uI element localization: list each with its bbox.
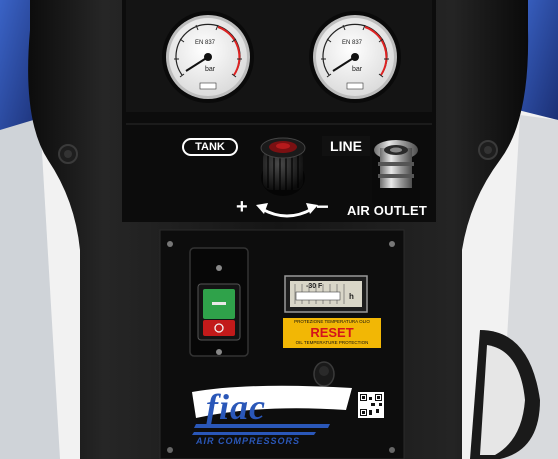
brand-tagline: AIR COMPRESSORS bbox=[196, 436, 301, 446]
regulator-knob-icon[interactable] bbox=[260, 136, 306, 192]
line-label: LINE bbox=[330, 138, 362, 154]
reset-top-text: PROTEZIONE TEMPERATURA OLIO bbox=[294, 319, 370, 324]
svg-text:bar: bar bbox=[352, 66, 363, 73]
air-coupler-icon[interactable] bbox=[372, 140, 420, 202]
air-outlet-label: AIR OUTLET bbox=[347, 203, 427, 218]
screw-icon bbox=[59, 145, 77, 163]
power-switch-icon[interactable] bbox=[190, 248, 248, 356]
tank-label-frame: TANK bbox=[182, 138, 238, 156]
compressor-body-drawing bbox=[0, 0, 558, 459]
tank-label: TANK bbox=[195, 141, 225, 153]
tank-pressure-gauge-icon: EN 837 bar bbox=[174, 23, 242, 90]
reset-text: RESET bbox=[310, 325, 354, 340]
line-pressure-gauge-icon: EN 837 bar bbox=[321, 23, 389, 90]
line-label-frame: LINE bbox=[322, 136, 370, 156]
svg-text:bar: bar bbox=[205, 66, 216, 73]
hour-meter-icon bbox=[283, 274, 369, 314]
qr-code-icon bbox=[356, 390, 386, 420]
svg-text:EN 837: EN 837 bbox=[195, 40, 216, 46]
plus-label: + bbox=[236, 196, 248, 218]
svg-text:EN 837: EN 837 bbox=[342, 40, 363, 46]
reset-bottom-text: OIL TEMPERATURE PROTECTION bbox=[295, 340, 369, 345]
brand-logo: fiac bbox=[206, 387, 266, 427]
reset-button[interactable] bbox=[312, 362, 336, 388]
minus-label: − bbox=[316, 194, 329, 219]
compressor-scene: EN 837 bar EN 837 bar TANK LINE + − AIR … bbox=[0, 0, 558, 459]
